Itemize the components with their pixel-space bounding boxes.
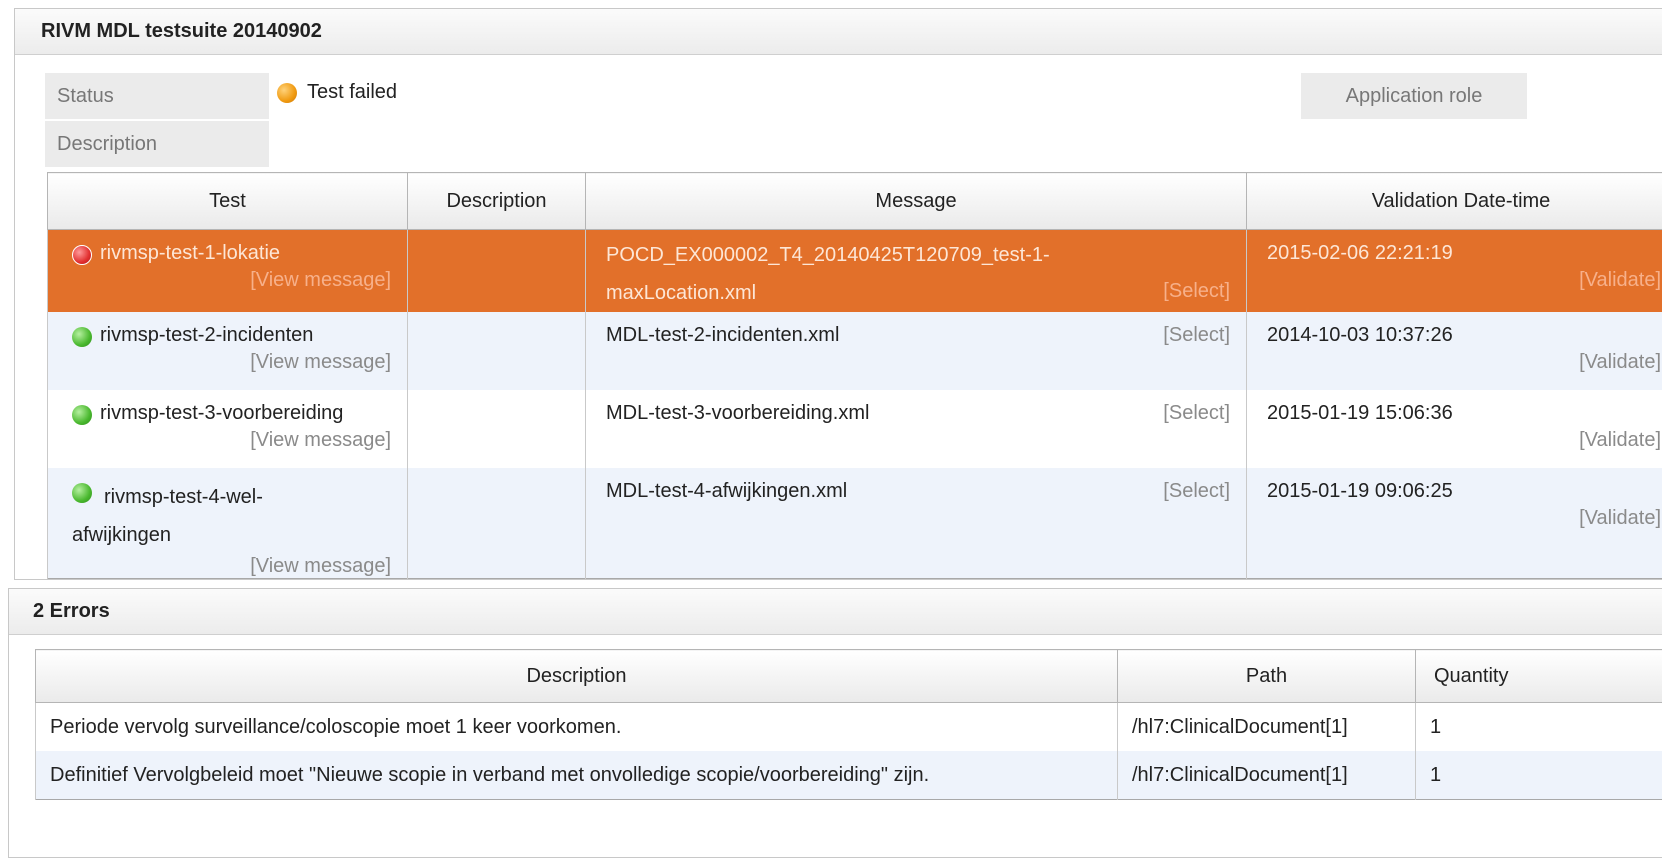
status-value: Test failed [277,81,397,104]
table-row[interactable]: Definitief Vervolgbeleid moet "Nieuwe sc… [36,751,1662,800]
test-cell: rivmsp-test-2-incidenten [View message] [48,312,408,390]
column-header-validation-datetime[interactable]: Validation Date-time [1247,173,1662,230]
test-cell: rivmsp-test-4-wel-afwijkingen [View mess… [48,468,408,579]
validate-link[interactable]: [Validate] [1267,269,1661,292]
status-label: Status [45,73,269,119]
column-header-description[interactable]: Description [408,173,586,230]
message-cell: POCD_EX000002_T4_20140425T120709_test-1-… [586,230,1247,313]
green-status-dot-icon [72,327,92,347]
select-link[interactable]: [Select] [1163,242,1230,312]
datetime-cell: 2015-01-19 15:06:36 [Validate] [1247,390,1662,468]
validation-datetime: 2015-02-06 22:21:19 [1267,242,1661,265]
error-description: Definitief Vervolgbeleid moet "Nieuwe sc… [36,751,1118,800]
message-file: POCD_EX000002_T4_20140425T120709_test-1-… [606,236,1163,312]
table-row[interactable]: rivmsp-test-3-voorbereiding [View messag… [48,390,1662,468]
validation-datetime: 2014-10-03 10:37:26 [1267,324,1661,347]
test-cell: rivmsp-test-3-voorbereiding [View messag… [48,390,408,468]
status-text: Test failed [307,81,397,104]
description-label: Description [45,121,269,167]
select-link[interactable]: [Select] [1163,402,1230,425]
test-name: rivmsp-test-3-voorbereiding [100,402,343,425]
table-row[interactable]: rivmsp-test-1-lokatie [View message] POC… [48,230,1662,313]
tests-table: Test Description Message Validation Date… [47,172,1662,579]
datetime-cell: 2015-01-19 09:06:25 [Validate] [1247,468,1662,579]
select-link[interactable]: [Select] [1163,324,1230,347]
errors-table: Description Path Quantity Periode vervol… [35,649,1662,800]
red-status-dot-icon [72,245,92,265]
errors-panel: 2 Errors Description Path Quantity Perio… [8,588,1662,858]
error-path: /hl7:ClinicalDocument[1] [1118,751,1416,800]
select-link[interactable]: [Select] [1163,480,1230,503]
error-path: /hl7:ClinicalDocument[1] [1118,703,1416,752]
datetime-cell: 2014-10-03 10:37:26 [Validate] [1247,312,1662,390]
view-message-link[interactable]: [View message] [72,351,391,374]
table-row[interactable]: rivmsp-test-4-wel-afwijkingen [View mess… [48,468,1662,579]
message-cell: MDL-test-4-afwijkingen.xml [Select] [586,468,1247,579]
error-quantity: 1 [1416,751,1662,800]
view-message-link[interactable]: [View message] [72,429,391,452]
message-file: MDL-test-4-afwijkingen.xml [606,480,847,503]
message-cell: MDL-test-2-incidenten.xml [Select] [586,312,1247,390]
message-cell: MDL-test-3-voorbereiding.xml [Select] [586,390,1247,468]
testsuite-title: RIVM MDL testsuite 20140902 [15,9,1662,55]
description-cell [408,390,586,468]
application-role-label: Application role [1301,73,1527,119]
validate-link[interactable]: [Validate] [1267,507,1661,530]
description-cell [408,230,586,313]
table-row[interactable]: Periode vervolg surveillance/coloscopie … [36,703,1662,752]
column-header-test[interactable]: Test [48,173,408,230]
test-cell: rivmsp-test-1-lokatie [View message] [48,230,408,313]
validate-link[interactable]: [Validate] [1267,351,1661,374]
column-header-path[interactable]: Path [1118,650,1416,703]
error-quantity: 1 [1416,703,1662,752]
table-row[interactable]: rivmsp-test-2-incidenten [View message] … [48,312,1662,390]
validate-link[interactable]: [Validate] [1267,429,1661,452]
testsuite-panel: RIVM MDL testsuite 20140902 Status Descr… [14,8,1662,580]
test-name: rivmsp-test-2-incidenten [100,324,313,347]
green-status-dot-icon [72,405,92,425]
orange-status-dot-icon [277,83,297,103]
errors-title: 2 Errors [9,589,1662,635]
error-description: Periode vervolg surveillance/coloscopie … [36,703,1118,752]
message-file: MDL-test-3-voorbereiding.xml [606,402,869,425]
column-header-message[interactable]: Message [586,173,1247,230]
view-message-link[interactable]: [View message] [72,555,391,578]
column-header-error-description[interactable]: Description [36,650,1118,703]
errors-table-header: Description Path Quantity [36,650,1662,703]
column-header-quantity[interactable]: Quantity [1416,650,1662,703]
validation-datetime: 2015-01-19 09:06:25 [1267,480,1661,503]
description-cell [408,468,586,579]
validation-datetime: 2015-01-19 15:06:36 [1267,402,1661,425]
test-name: rivmsp-test-4-wel-afwijkingen [72,486,263,546]
view-message-link[interactable]: [View message] [72,269,391,292]
tests-table-header: Test Description Message Validation Date… [48,173,1662,230]
test-name: rivmsp-test-1-lokatie [100,242,280,265]
description-cell [408,312,586,390]
message-file: MDL-test-2-incidenten.xml [606,324,839,347]
datetime-cell: 2015-02-06 22:21:19 [Validate] [1247,230,1662,313]
